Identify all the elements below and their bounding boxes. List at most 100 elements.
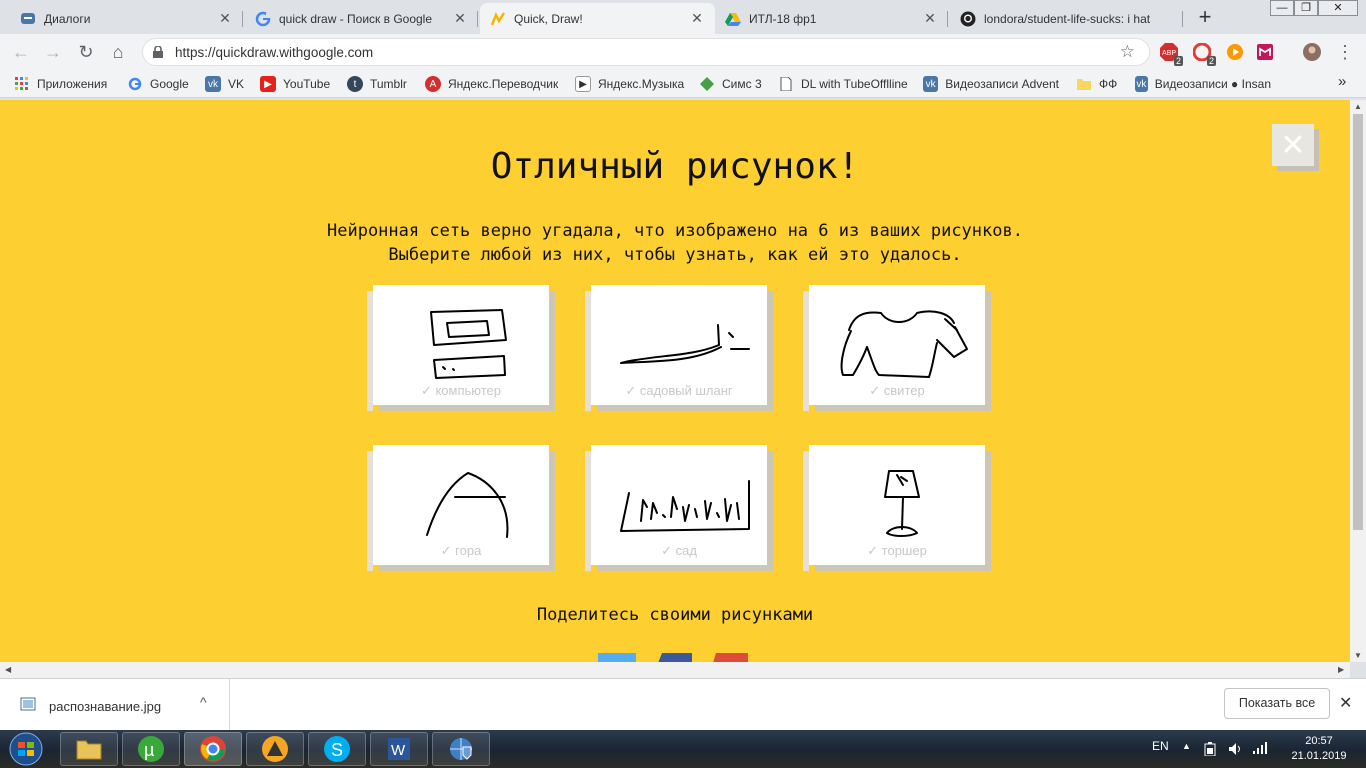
tab-close-icon[interactable]: ✕: [217, 10, 233, 27]
media-extension-icon[interactable]: [1226, 43, 1244, 61]
music-extension-icon[interactable]: [1256, 43, 1274, 61]
browser-toolbar: ← → ↻ ⌂ https://quickdraw.withgoogle.com…: [0, 34, 1366, 70]
download-item[interactable]: распознавание.jpg ^: [0, 679, 230, 730]
taskbar-utorrent-button[interactable]: µ: [122, 732, 180, 766]
extension-badge: 2: [1173, 56, 1183, 66]
windows-start-icon[interactable]: [3, 731, 49, 767]
address-bar[interactable]: https://quickdraw.withgoogle.com ☆: [142, 38, 1150, 66]
taskbar-skype-button[interactable]: S: [308, 732, 366, 766]
new-tab-button[interactable]: +: [1192, 5, 1218, 31]
bookmark-tumblr[interactable]: t Tumblr: [347, 76, 407, 92]
garden-hose-drawing-icon: [620, 324, 750, 364]
battery-icon[interactable]: [1204, 742, 1216, 756]
page-viewport: ✕ Отличный рисунок! Нейронная сеть верно…: [0, 100, 1350, 662]
back-button[interactable]: ←: [10, 42, 32, 64]
tab-dialogs[interactable]: Диалоги ✕: [10, 3, 243, 34]
bookmark-tubeoffline[interactable]: DL with TubeOfflline: [778, 76, 908, 92]
google-drive-icon: [725, 11, 741, 27]
browser-menu-button[interactable]: ⋮: [1334, 42, 1356, 64]
taskbar-network-button[interactable]: [432, 732, 490, 766]
scrollbar-thumb[interactable]: [1353, 114, 1363, 530]
drawing-card-mountain[interactable]: ✓ гора: [367, 445, 549, 571]
download-options-chevron-icon[interactable]: ^: [200, 694, 207, 710]
twitter-share-button[interactable]: [598, 653, 636, 662]
tab-strip: Диалоги ✕ quick draw - Поиск в Google ✕ …: [0, 0, 1366, 34]
system-clock[interactable]: 20:57 21.01.2019: [1284, 734, 1354, 764]
bookmark-apps[interactable]: Приложения: [14, 76, 107, 92]
horizontal-scrollbar[interactable]: ◀ ▶: [0, 662, 1350, 678]
drawing-card-computer[interactable]: ✓ компьютер: [367, 285, 549, 411]
profile-avatar-icon[interactable]: [1303, 43, 1321, 61]
taskbar-chrome-button[interactable]: [184, 732, 242, 766]
drawing-card-sweater[interactable]: ✓ свитер: [803, 285, 985, 411]
mountain-drawing-icon: [426, 472, 509, 538]
tab-quick-draw[interactable]: Quick, Draw! ✕: [480, 3, 715, 34]
drawing-card-garden[interactable]: ✓ сад: [585, 445, 767, 571]
bookmark-label: Видеозаписи Advent: [945, 77, 1059, 91]
tab-google-search[interactable]: quick draw - Поиск в Google ✕: [245, 3, 478, 34]
google-icon: [127, 76, 143, 92]
bookmark-star-icon[interactable]: ☆: [1120, 42, 1135, 62]
globe-shield-icon: [450, 738, 472, 760]
taskbar-aimp-button[interactable]: [246, 732, 304, 766]
volume-icon[interactable]: [1228, 742, 1242, 756]
home-button[interactable]: ⌂: [107, 42, 129, 64]
opera-extension-icon[interactable]: 2: [1192, 42, 1216, 66]
vertical-scrollbar[interactable]: ▲ ▼: [1350, 100, 1366, 662]
description-line-1: Нейронная сеть верно угадала, что изобра…: [327, 221, 1023, 241]
download-shelf: распознавание.jpg ^ Показать все ✕: [0, 678, 1366, 730]
quickdraw-icon: [490, 11, 506, 27]
minimize-button[interactable]: —: [1270, 0, 1294, 16]
tray-overflow-chevron-icon[interactable]: ▲: [1182, 741, 1191, 751]
network-signal-icon[interactable]: [1252, 741, 1268, 755]
tab-close-icon[interactable]: ✕: [922, 10, 938, 27]
drawing-card-floor-lamp[interactable]: ✓ торшер: [803, 445, 985, 571]
forward-button[interactable]: →: [42, 42, 64, 64]
drawing-label: ✓ торшер: [867, 543, 927, 558]
scroll-up-arrow-icon[interactable]: ▲: [1350, 102, 1366, 111]
bookmark-vk[interactable]: vk VK: [205, 76, 244, 92]
download-filename: распознавание.jpg: [49, 699, 162, 714]
youtube-icon: ▶: [260, 76, 276, 92]
taskbar-word-button[interactable]: W: [370, 732, 428, 766]
extension-badge: 2: [1206, 56, 1216, 66]
keyboard-language[interactable]: EN: [1152, 739, 1169, 753]
bookmark-label: Tumblr: [370, 77, 407, 91]
results-description: Нейронная сеть верно угадала, что изобра…: [0, 219, 1350, 267]
scroll-down-arrow-icon[interactable]: ▼: [1350, 651, 1366, 660]
bookmark-sims[interactable]: Симс 3: [699, 76, 762, 92]
taskbar-explorer-button[interactable]: [60, 732, 118, 766]
show-all-downloads-button[interactable]: Показать все: [1224, 688, 1330, 719]
folder-icon: [1076, 76, 1092, 92]
drawing-card-garden-hose[interactable]: ✓ садовый шланг: [585, 285, 767, 411]
bookmark-youtube[interactable]: ▶ YouTube: [260, 76, 330, 92]
maximize-button[interactable]: ❐: [1294, 0, 1318, 16]
tab-title: Диалоги: [44, 11, 91, 26]
bookmarks-overflow-button[interactable]: »: [1338, 73, 1346, 90]
close-download-shelf-icon[interactable]: ✕: [1339, 693, 1352, 713]
window-close-button[interactable]: ✕: [1318, 0, 1358, 16]
bookmark-folder-ff[interactable]: ФФ: [1076, 76, 1117, 92]
bookmark-yandex-music[interactable]: ▶ Яндекс.Музыка: [575, 76, 684, 92]
bookmark-google[interactable]: Google: [127, 76, 189, 92]
google-plus-share-button[interactable]: [710, 653, 748, 662]
tab-close-icon[interactable]: ✕: [689, 10, 705, 27]
facebook-share-button[interactable]: [654, 653, 692, 662]
garden-drawing-icon: [620, 480, 750, 532]
tab-github[interactable]: londora/student-life-sucks: i hat: [950, 3, 1183, 34]
tab-drive-doc[interactable]: ИТЛ-18 фр1 ✕: [715, 3, 948, 34]
description-line-2: Выберите любой из них, чтобы узнать, как…: [388, 245, 962, 265]
adblock-extension-icon[interactable]: ABP 2: [1160, 43, 1183, 66]
reload-button[interactable]: ↻: [75, 42, 97, 64]
folder-icon: [76, 740, 102, 760]
bookmark-yandex-translate[interactable]: A Яндекс.Переводчик: [425, 76, 558, 92]
page-title: Отличный рисунок!: [490, 146, 860, 187]
bookmarks-bar: Приложения Google vk VK ▶ YouTube t Tumb…: [0, 70, 1366, 98]
tab-close-icon[interactable]: ✕: [452, 10, 468, 27]
computer-drawing-icon: [430, 309, 507, 379]
scroll-left-arrow-icon[interactable]: ◀: [5, 665, 11, 674]
bookmark-vk-videos-advent[interactable]: vk Видеозаписи Advent: [923, 76, 1059, 92]
scroll-right-arrow-icon[interactable]: ▶: [1338, 665, 1344, 674]
drawing-label: ✓ компьютер: [420, 383, 502, 398]
bookmark-vk-videos-insan[interactable]: vk Видеозаписи ● Insan: [1135, 76, 1271, 92]
